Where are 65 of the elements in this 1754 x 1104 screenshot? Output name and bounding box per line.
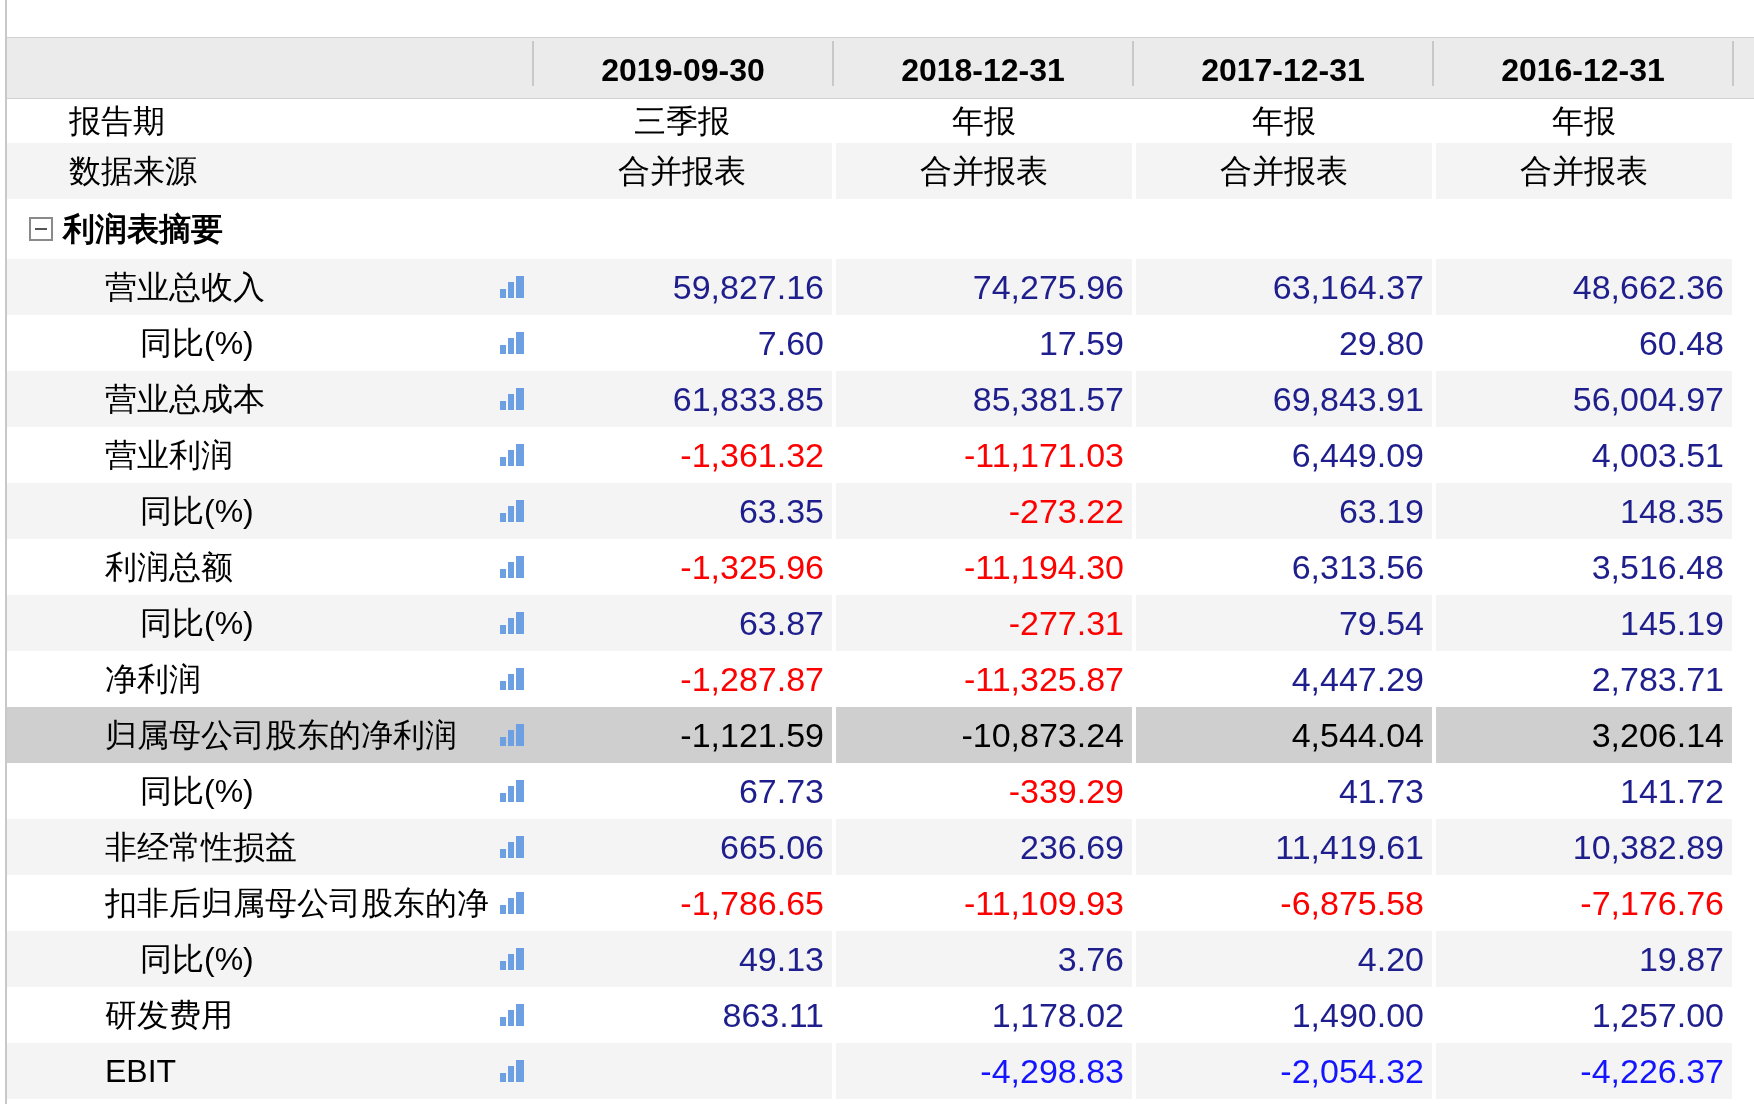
table-cell-text: 63.87 bbox=[737, 603, 825, 644]
row-label: 归属母公司股东的净利润 bbox=[105, 719, 457, 751]
row-label: 同比(%) bbox=[140, 327, 254, 359]
column-header: 2018-12-31 bbox=[901, 54, 1065, 86]
table-cell: -4,226.37 bbox=[1432, 1043, 1732, 1099]
table-cell-text: -1,325.96 bbox=[679, 547, 825, 588]
table-row[interactable]: EBIT -4,298.83 -2,054.32 -4,226.37 bbox=[7, 1043, 1732, 1099]
bar-chart-icon[interactable] bbox=[500, 612, 524, 634]
bar-chart-icon[interactable] bbox=[500, 500, 524, 522]
table-row[interactable]: 营业总成本 61,833.85 85,381.57 69,843.91 56,004.97 bbox=[7, 371, 1732, 427]
bar-chart-icon[interactable] bbox=[500, 556, 524, 578]
table-cell: -2,054.32 bbox=[1132, 1043, 1432, 1099]
table-cell-text: 59,827.16 bbox=[671, 267, 825, 308]
table-cell-text: 67.73 bbox=[737, 771, 825, 812]
row-label: EBIT bbox=[105, 1055, 177, 1087]
row-label: 同比(%) bbox=[140, 943, 254, 975]
collapse-icon[interactable] bbox=[29, 217, 53, 241]
row-label: 数据来源 bbox=[69, 155, 197, 187]
row-label: 报告期 bbox=[69, 105, 165, 137]
section-title: 利润表摘要 bbox=[63, 213, 223, 245]
table-cell-text: 三季报 bbox=[633, 102, 731, 141]
table-cell-text: -1,786.65 bbox=[679, 883, 825, 924]
row-label: 净利润 bbox=[105, 663, 201, 695]
bar-chart-icon[interactable] bbox=[500, 724, 524, 746]
table-cell-text: 863.11 bbox=[721, 995, 825, 1036]
row-label: 营业利润 bbox=[105, 439, 233, 471]
row-label: 研发费用 bbox=[105, 999, 233, 1031]
bar-chart-icon[interactable] bbox=[500, 388, 524, 410]
column-header: 2019-09-30 bbox=[601, 54, 765, 86]
table-row[interactable]: 同比(%) 63.35 -273.22 63.19 148.35 bbox=[7, 483, 1732, 539]
bar-chart-icon[interactable] bbox=[500, 668, 524, 690]
row-label: 非经常性损益 bbox=[105, 831, 297, 863]
bar-chart-icon[interactable] bbox=[500, 836, 524, 858]
table-cell-text: -1,121.59 bbox=[679, 715, 825, 756]
table-cell-text: 49.13 bbox=[737, 939, 825, 980]
bar-chart-icon[interactable] bbox=[500, 948, 524, 970]
table-cell-text: -1,287.87 bbox=[679, 659, 825, 700]
table-cell-text: 61,833.85 bbox=[671, 379, 825, 420]
table-cell-text: -1,361.32 bbox=[679, 435, 825, 476]
row-label: 同比(%) bbox=[140, 775, 254, 807]
column-header: 2017-12-31 bbox=[1201, 54, 1365, 86]
bar-chart-icon[interactable] bbox=[500, 276, 524, 298]
table-cell: -4,298.83 bbox=[832, 1043, 1132, 1099]
table-row[interactable]: 营业总收入 59,827.16 74,275.96 63,164.37 48,662.36 bbox=[7, 259, 1732, 315]
bar-chart-icon[interactable] bbox=[500, 1004, 524, 1026]
bar-chart-icon[interactable] bbox=[500, 780, 524, 802]
table-cell-text: 合并报表 bbox=[617, 152, 747, 191]
table-row[interactable]: 同比(%) 49.13 3.76 4.20 19.87 bbox=[7, 931, 1732, 987]
table-row[interactable]: 同比(%) 63.87 -277.31 79.54 145.19 bbox=[7, 595, 1732, 651]
column-header: 2016-12-31 bbox=[1501, 54, 1665, 86]
bar-chart-icon[interactable] bbox=[500, 444, 524, 466]
table-cell-text: 7.60 bbox=[756, 323, 825, 364]
row-label: 扣非后归属母公司股东的净 bbox=[105, 887, 489, 919]
bar-chart-icon[interactable] bbox=[500, 332, 524, 354]
row-label: 同比(%) bbox=[140, 495, 254, 527]
bar-chart-icon[interactable] bbox=[500, 892, 524, 914]
table-cell-text: 665.06 bbox=[719, 827, 825, 868]
table-row[interactable]: 非经常性损益 665.06 236.69 11,419.61 10,382.89 bbox=[7, 819, 1732, 875]
table-row[interactable]: 归属母公司股东的净利润 -1,121.59 -10,873.24 4,544.04 3,206.14 bbox=[7, 707, 1732, 763]
row-label: 营业总收入 bbox=[105, 271, 265, 303]
table-cell-text: 63.35 bbox=[737, 491, 825, 532]
row-label: 同比(%) bbox=[140, 607, 254, 639]
bar-chart-icon[interactable] bbox=[500, 1060, 524, 1082]
row-label: 营业总成本 bbox=[105, 383, 265, 415]
row-label: 利润总额 bbox=[105, 551, 233, 583]
